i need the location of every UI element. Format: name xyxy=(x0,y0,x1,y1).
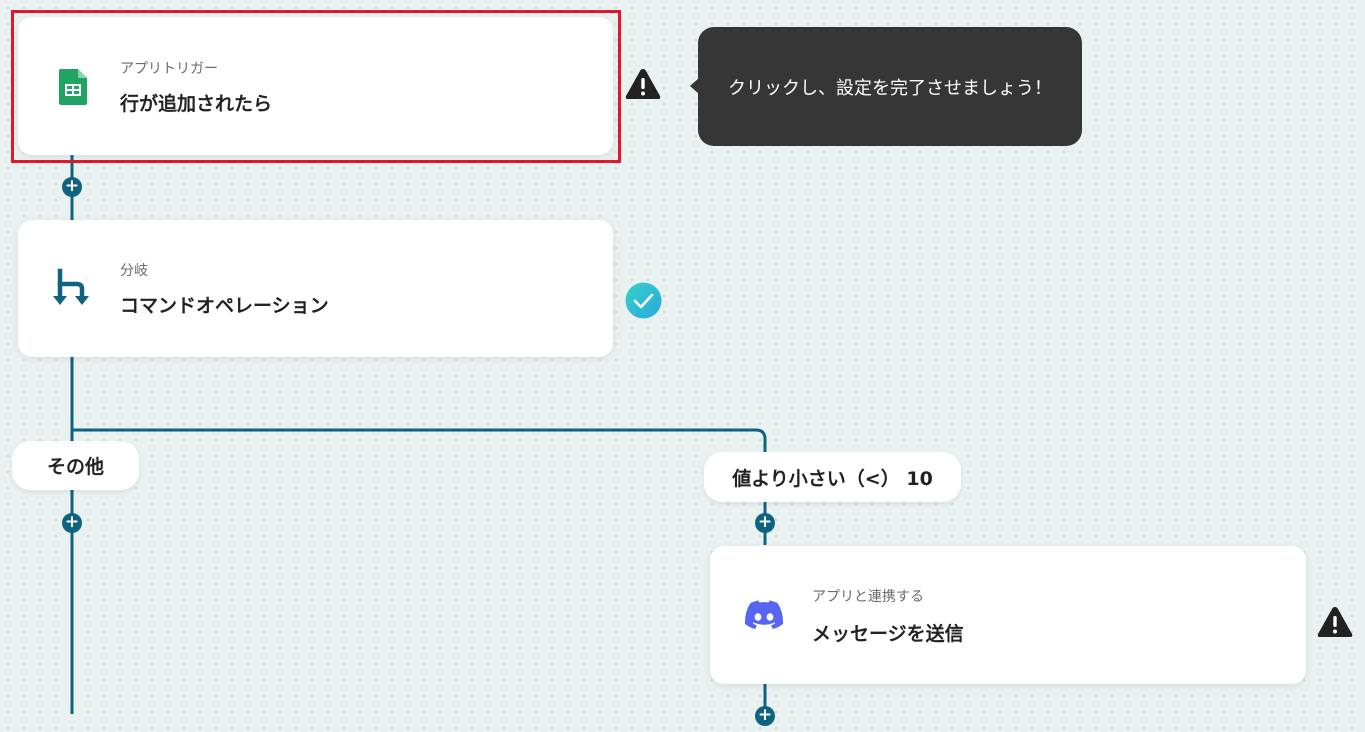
add-step-button[interactable]: + xyxy=(62,513,82,533)
step-title: コマンドオペレーション xyxy=(120,295,329,317)
add-step-button[interactable]: + xyxy=(62,177,82,197)
step-card-discord[interactable]: アプリと連携する メッセージを送信 xyxy=(710,546,1306,684)
warning-icon xyxy=(1317,607,1353,637)
step-subtitle: 分岐 xyxy=(120,263,148,279)
add-step-button[interactable]: + xyxy=(755,706,775,726)
check-icon xyxy=(625,282,662,319)
add-step-button[interactable]: + xyxy=(755,513,775,533)
setup-tooltip: クリックし、設定を完了させましょう！ xyxy=(698,27,1082,146)
selected-step-highlight xyxy=(11,10,621,163)
branch-label-condition[interactable]: 値より小さい（<） 10 xyxy=(704,452,961,502)
workflow-canvas: アプリトリガー 行が追加されたら クリックし、設定を完了させましょう！ + 分岐… xyxy=(0,0,1365,732)
step-title: メッセージを送信 xyxy=(812,623,964,645)
discord-icon xyxy=(744,600,784,629)
warning-icon xyxy=(625,69,661,99)
step-card-branch[interactable]: 分岐 コマンドオペレーション xyxy=(18,220,613,357)
branch-label-other[interactable]: その他 xyxy=(12,441,139,490)
step-subtitle: アプリと連携する xyxy=(812,589,924,605)
branch-icon xyxy=(53,268,89,305)
